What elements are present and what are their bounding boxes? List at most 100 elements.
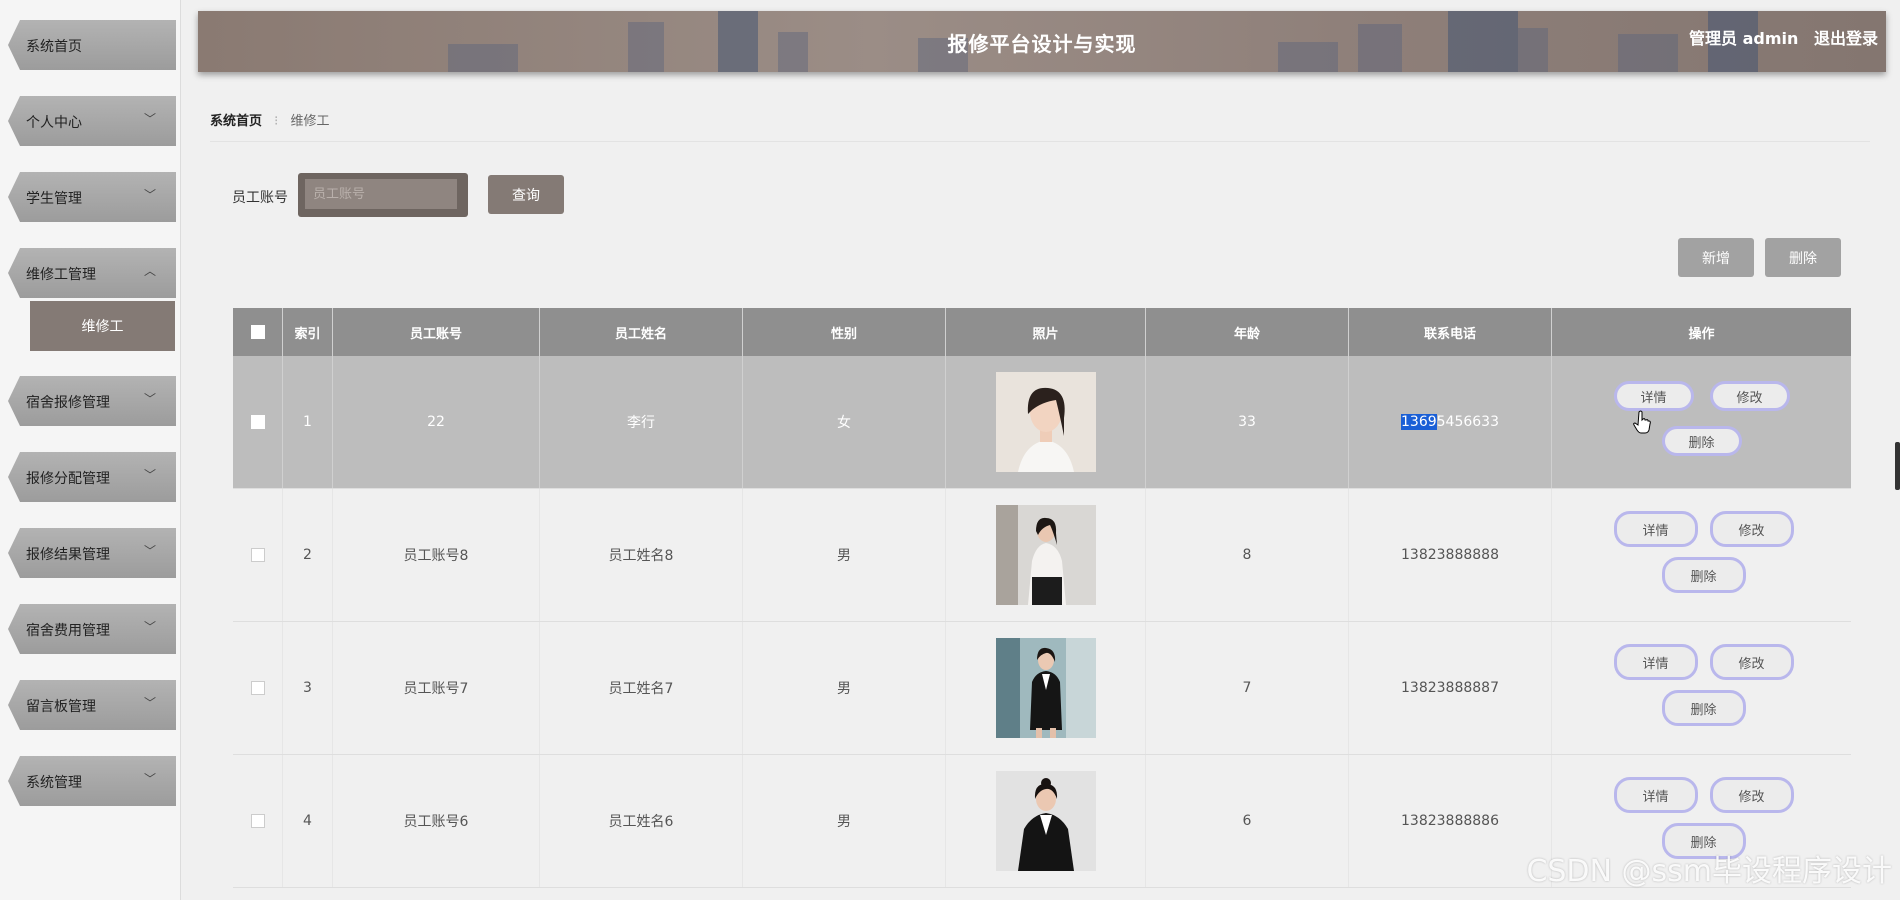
detail-button[interactable]: 详情 [1613,381,1694,411]
breadcrumb: 系统首页 ⁝ 维修工 [210,110,329,129]
detail-button[interactable]: 详情 [1613,511,1698,547]
table-header: 索引 员工账号 员工姓名 性别 照片 年龄 联系电话 操作 [233,308,1851,356]
hand-cursor-icon [1633,410,1651,434]
sidebar-item-home[interactable]: 系统首页 [8,20,176,70]
sidebar-item-label: 报修分配管理 [26,471,110,487]
row-checkbox[interactable] [250,814,265,828]
search-field-wrapper [298,173,468,217]
delete-button[interactable]: 删除 [1661,426,1742,456]
column-header-name: 员工姓名 [540,308,743,356]
select-all-checkbox[interactable] [250,325,265,339]
sidebar-item-label: 宿舍报修管理 [26,395,110,411]
cell-index: 2 [283,489,333,621]
search-label: 员工账号 [232,190,288,206]
delete-button[interactable]: 删除 [1661,557,1746,593]
scrollbar-thumb[interactable] [1895,442,1900,490]
chevron-down-icon: ﹀ [143,772,156,786]
cell-index: 3 [283,622,333,754]
phone-text: 5456633 [1436,414,1499,430]
breadcrumb-separator-icon: ⁝ [274,114,279,129]
row-checkbox[interactable] [250,681,265,695]
divider [210,141,1870,142]
cell-phone: 13823888887 [1349,622,1552,754]
cell-index: 4 [283,755,333,887]
data-table: 索引 员工账号 员工姓名 性别 照片 年龄 联系电话 操作 1 22 李行 女 [233,308,1851,888]
cell-phone: 1369 5456633 [1349,356,1552,488]
logout-link[interactable]: 退出登录 [1814,29,1878,48]
search-input[interactable] [305,179,457,209]
current-user: 管理员 admin [1689,29,1799,48]
sidebar-item-label: 学生管理 [26,191,82,207]
sidebar-item-repair-assign[interactable]: 报修分配管理 ﹀ [8,452,176,502]
cell-age: 8 [1146,489,1349,621]
breadcrumb-current: 维修工 [290,114,330,129]
chevron-down-icon: ﹀ [143,392,156,406]
edit-button[interactable]: 修改 [1709,777,1794,813]
cell-gender: 男 [743,622,946,754]
cell-name: 员工姓名7 [540,622,743,754]
cell-account: 员工账号7 [333,622,540,754]
chevron-down-icon: ﹀ [143,696,156,710]
row-checkbox[interactable] [250,548,265,562]
sidebar-item-repair-result[interactable]: 报修结果管理 ﹀ [8,528,176,578]
staff-photo [995,372,1096,472]
sidebar-item-message-board[interactable]: 留言板管理 ﹀ [8,680,176,730]
sidebar-item-dorm-fees[interactable]: 宿舍费用管理 ﹀ [8,604,176,654]
edit-button[interactable]: 修改 [1709,644,1794,680]
cell-phone: 13823888888 [1349,489,1552,621]
user-area: 管理员 admin 退出登录 [1679,25,1878,49]
delete-button[interactable]: 删除 [1661,690,1746,726]
app-title: 报修平台设计与实现 [947,32,1137,56]
cell-age: 7 [1146,622,1349,754]
cell-age: 33 [1146,356,1349,488]
cell-index: 1 [283,356,333,488]
sidebar-item-system[interactable]: 系统管理 ﹀ [8,756,176,806]
row-actions: 详情 修改 删除 [1602,489,1802,621]
column-header-phone: 联系电话 [1349,308,1552,356]
detail-button[interactable]: 详情 [1613,644,1698,680]
sidebar-item-repairers[interactable]: 维修工管理 ︿ [8,248,176,298]
column-header-age: 年龄 [1146,308,1349,356]
chevron-down-icon: ﹀ [143,620,156,634]
sidebar-subitem-repairer[interactable]: 维修工 [30,301,175,351]
chevron-down-icon: ﹀ [143,112,156,126]
cell-gender: 男 [743,755,946,887]
sidebar-item-label: 系统管理 [26,775,82,791]
breadcrumb-home[interactable]: 系统首页 [210,114,262,129]
sidebar-item-dorm-repair[interactable]: 宿舍报修管理 ﹀ [8,376,176,426]
staff-photo [995,505,1096,605]
staff-photo [995,771,1096,871]
staff-photo [995,638,1096,738]
sidebar-item-label: 留言板管理 [26,699,96,715]
cell-account: 员工账号8 [333,489,540,621]
top-header: 报修平台设计与实现 管理员 admin 退出登录 [198,11,1886,72]
detail-button[interactable]: 详情 [1613,777,1698,813]
row-checkbox[interactable] [250,415,265,429]
cell-name: 员工姓名8 [540,489,743,621]
sidebar-item-label: 宿舍费用管理 [26,623,110,639]
chevron-down-icon: ﹀ [143,544,156,558]
table-row: 3 员工账号7 员工姓名7 男 7 13823888887 详情 修改 删除 [233,622,1851,755]
sidebar-item-students[interactable]: 学生管理 ﹀ [8,172,176,222]
cell-gender: 男 [743,489,946,621]
sidebar-item-label: 维修工管理 [26,267,96,283]
batch-delete-button[interactable]: 删除 [1765,238,1841,277]
cell-account: 员工账号6 [333,755,540,887]
cell-name: 李行 [540,356,743,488]
cell-name: 员工姓名6 [540,755,743,887]
add-button[interactable]: 新增 [1678,238,1754,277]
edit-button[interactable]: 修改 [1709,511,1794,547]
row-actions: 详情 修改 删除 [1602,356,1802,488]
cell-gender: 女 [743,356,946,488]
chevron-up-icon: ︿ [143,264,156,278]
chevron-down-icon: ﹀ [143,188,156,202]
column-header-gender: 性别 [743,308,946,356]
sidebar-item-label: 个人中心 [26,115,82,131]
sidebar-item-profile[interactable]: 个人中心 ﹀ [8,96,176,146]
column-header-index: 索引 [283,308,333,356]
selected-text: 1369 [1401,414,1437,430]
chevron-down-icon: ﹀ [143,468,156,482]
query-button[interactable]: 查询 [488,175,564,214]
column-header-photo: 照片 [946,308,1146,356]
edit-button[interactable]: 修改 [1709,381,1790,411]
